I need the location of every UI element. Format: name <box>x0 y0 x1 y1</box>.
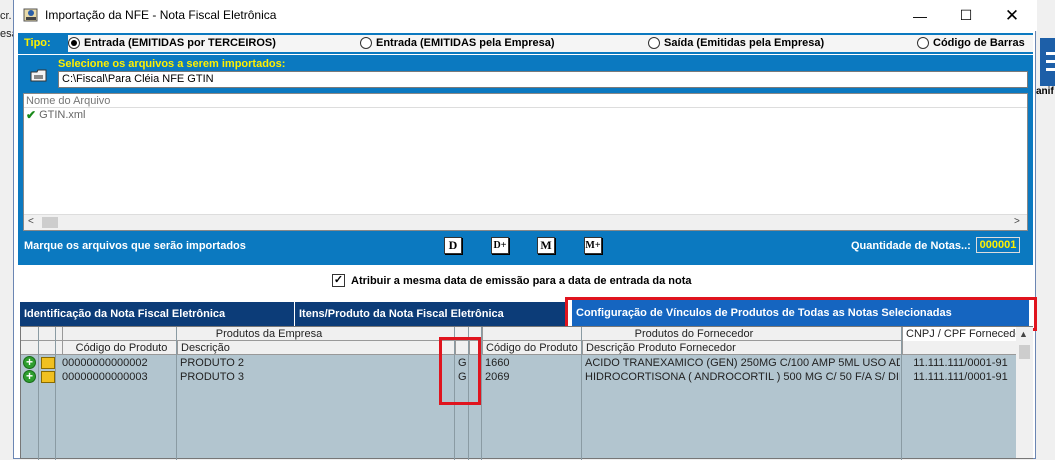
list-item[interactable]: ✔ GTIN.xml <box>24 108 1027 122</box>
minimize-icon[interactable]: — <box>897 0 943 31</box>
app-icon <box>23 8 38 22</box>
tab-itens-produto[interactable]: Itens/Produto da Nota Fiscal Eletrônica <box>295 302 567 326</box>
mark-files-label: Marque os arquivos que serão importados <box>24 240 246 252</box>
radio-dot <box>917 37 929 49</box>
radio-entrada-empresa[interactable]: Entrada (EMITIDAS pela Empresa) <box>360 37 555 49</box>
cell-cnpj: 11.111.111/0001-91 <box>913 357 1008 369</box>
path-input[interactable]: C:\Fiscal\Para Cléia NFE GTIN <box>58 71 1028 88</box>
tab-label: Itens/Produto da Nota Fiscal Eletrônica <box>299 308 504 320</box>
background-text: cr. <box>0 10 12 22</box>
add-icon[interactable]: + <box>23 356 36 369</box>
same-date-option[interactable]: ✓ Atribuir a mesma data de emissão para … <box>332 274 692 287</box>
vinculos-grid[interactable]: Produtos da Empresa Produtos do Forneced… <box>20 326 1033 460</box>
radio-label: Saída (Emitidas pela Empresa) <box>664 37 825 49</box>
horizontal-scrollbar[interactable]: < > <box>24 214 1027 230</box>
col-descricao-fornecedor[interactable]: Descrição Produto Fornecedor <box>582 341 902 355</box>
maximize-icon[interactable]: ☐ <box>943 0 989 31</box>
radio-label: Código de Barras <box>933 37 1025 49</box>
radio-label: Entrada (EMITIDAS por TERCEIROS) <box>84 37 276 49</box>
same-date-label: Atribuir a mesma data de emissão para a … <box>351 274 692 287</box>
desmarcar-button[interactable]: D <box>444 237 462 254</box>
radio-codigo-barras[interactable]: Código de Barras <box>917 37 1025 49</box>
nfe-import-window: Importação da NFE - Nota Fiscal Eletrôni… <box>13 0 1037 460</box>
cell-cnpj: 11.111.111/0001-91 <box>913 371 1008 383</box>
radio-entrada-terceiros[interactable]: Entrada (EMITIDAS por TERCEIROS) <box>68 37 276 49</box>
radio-saida-empresa[interactable]: Saída (Emitidas pela Empresa) <box>648 37 824 49</box>
title-bar: Importação da NFE - Nota Fiscal Eletrôni… <box>14 0 1037 31</box>
table-row[interactable]: + 00000000000003 PRODUTO 3 G 2069 HIDROC… <box>21 370 1016 384</box>
open-folder-icon[interactable] <box>30 67 48 83</box>
background-app-right: anif <box>1036 0 1055 459</box>
col-descricao[interactable]: Descrição <box>177 341 455 355</box>
highlight-box <box>439 337 481 405</box>
close-icon[interactable]: ✕ <box>989 0 1035 31</box>
same-date-checkbox[interactable]: ✓ <box>332 274 345 287</box>
tipo-label: Tipo: <box>24 37 51 49</box>
scroll-right-icon[interactable]: > <box>1014 216 1020 227</box>
check-icon[interactable]: ✔ <box>26 108 36 122</box>
radio-dot <box>68 37 80 49</box>
cell-codigo-fornecedor: 2069 <box>485 371 510 383</box>
folder-icon[interactable] <box>41 357 55 369</box>
grid-column-header: Código do Produto Descrição Código do Pr… <box>21 341 1016 355</box>
group-cnpj: CNPJ / CPF Fornecedor <box>902 327 1016 341</box>
table-row[interactable]: + 00000000000002 PRODUTO 2 G 1660 ACIDO … <box>21 356 1016 370</box>
tipo-options-strip: Entrada (EMITIDAS por TERCEIROS) Entrada… <box>68 35 1033 52</box>
radio-dot <box>360 37 372 49</box>
vertical-scrollbar[interactable]: ▲ <box>1016 327 1033 458</box>
scroll-up-icon[interactable]: ▲ <box>1019 329 1028 339</box>
cell-descricao: PRODUTO 3 <box>180 371 244 383</box>
cell-descricao-fornecedor: ACIDO TRANEXAMICO (GEN) 250MG C/100 AMP … <box>585 357 900 369</box>
scroll-thumb[interactable] <box>1019 345 1030 359</box>
window-title: Importação da NFE - Nota Fiscal Eletrôni… <box>45 8 277 22</box>
import-panel: Selecione os arquivos a serem importados… <box>18 55 1033 265</box>
cell-codigo: 00000000000003 <box>62 371 148 383</box>
quantity-value: 000001 <box>976 237 1020 253</box>
background-toolbar-icon <box>1040 38 1055 86</box>
cell-descricao-fornecedor: HIDROCORTISONA ( ANDROCORTIL ) 500 MG C/… <box>585 371 900 383</box>
cell-descricao: PRODUTO 2 <box>180 357 244 369</box>
file-list[interactable]: Nome do Arquivo ✔ GTIN.xml < > <box>23 93 1028 231</box>
tab-label: Identificação da Nota Fiscal Eletrônica <box>24 308 226 320</box>
marcar-button[interactable]: M <box>537 237 555 254</box>
col-cnpj[interactable] <box>902 341 1016 355</box>
select-files-label: Selecione os arquivos a serem importados… <box>58 58 286 70</box>
file-name: GTIN.xml <box>39 109 86 121</box>
radio-label: Entrada (EMITIDAS pela Empresa) <box>376 37 555 49</box>
add-icon[interactable]: + <box>23 370 36 383</box>
grid-group-header: Produtos da Empresa Produtos do Forneced… <box>21 327 1016 341</box>
col-codigo-fornecedor[interactable]: Código do Produto <box>482 341 582 355</box>
radio-dot <box>648 37 660 49</box>
desmarcar-todos-button[interactable]: D+ <box>491 237 509 254</box>
cell-codigo-fornecedor: 1660 <box>485 357 510 369</box>
quantity-label: Quantidade de Notas..: <box>851 240 971 252</box>
group-fornecedor: Produtos do Fornecedor <box>482 327 902 341</box>
background-text: anif <box>1036 86 1054 97</box>
tab-identificacao[interactable]: Identificação da Nota Fiscal Eletrônica <box>20 302 295 326</box>
file-list-header: Nome do Arquivo <box>24 94 1027 108</box>
col-codigo-produto[interactable]: Código do Produto <box>62 341 177 355</box>
cell-codigo: 00000000000002 <box>62 357 148 369</box>
marcar-todos-button[interactable]: M+ <box>584 237 602 254</box>
group-empresa: Produtos da Empresa <box>62 327 472 341</box>
scroll-thumb[interactable] <box>42 217 58 228</box>
folder-icon[interactable] <box>41 371 55 383</box>
scroll-left-icon[interactable]: < <box>28 216 34 227</box>
